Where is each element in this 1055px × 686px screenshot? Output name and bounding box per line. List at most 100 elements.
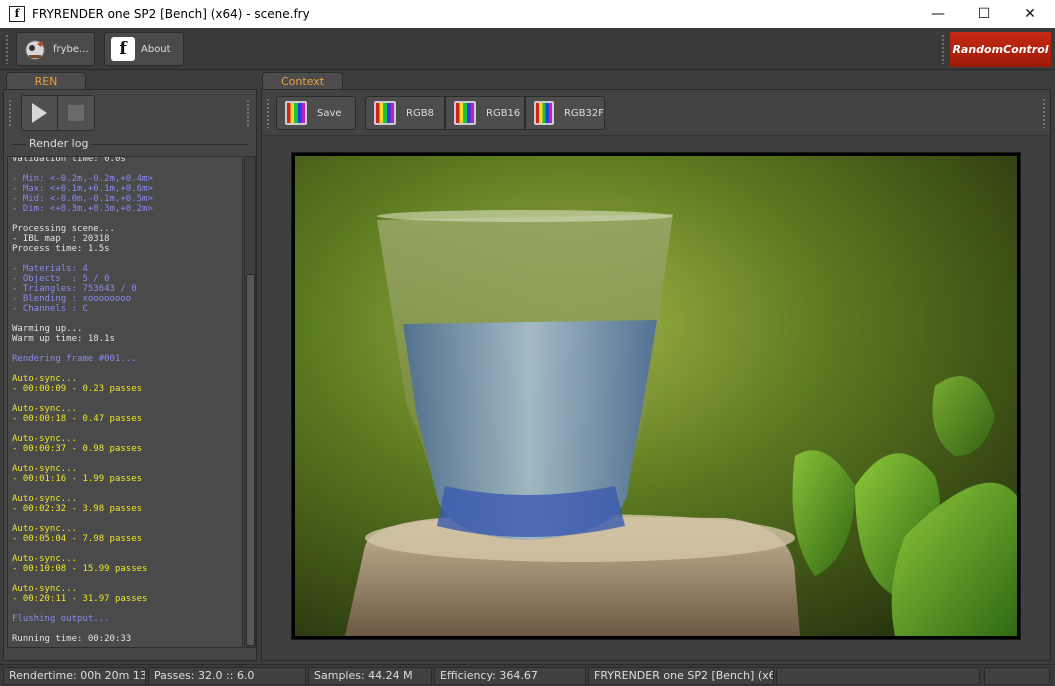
minimize-button[interactable]: — (915, 0, 961, 28)
context-grip-right[interactable] (1042, 98, 1046, 128)
log-line: Auto-sync... (12, 434, 78, 444)
app-icon: f (9, 6, 25, 22)
render-log[interactable]: Validation time: 0.0s - Min: <-0.2m,-0.2… (7, 156, 243, 648)
render-viewport[interactable] (291, 152, 1021, 640)
log-line: Auto-sync... (12, 524, 78, 534)
log-line: - 00:00:18 - 0.47 passes (12, 414, 143, 424)
log-line: Processing scene... (12, 224, 115, 234)
rgb8-button[interactable]: RGB8 (365, 96, 445, 130)
render-controls (21, 95, 95, 131)
log-line: Flushing output... (12, 614, 110, 624)
save-icon (285, 101, 307, 125)
about-button[interactable]: f About (104, 32, 184, 66)
log-line: Warm up time: 18.1s (12, 334, 115, 344)
status-rendertime: Rendertime: 00h 20m 13s (3, 667, 146, 685)
log-line: - 00:02:32 - 3.98 passes (12, 504, 143, 514)
render-log-caption: Render log (26, 137, 92, 150)
status-efficiency: Efficiency: 364.67 (434, 667, 586, 685)
frybench-label: frybe... (53, 43, 89, 55)
log-line: Auto-sync... (12, 494, 78, 504)
log-line: Auto-sync... (12, 404, 78, 414)
log-line: - Max: <+0.1m,+0.1m,+0.6m> (12, 184, 153, 194)
title-bar: f FRYRENDER one SP2 [Bench] (x64) - scen… (0, 0, 1055, 28)
tab-context[interactable]: Context (262, 72, 343, 90)
rgb16-icon (454, 101, 476, 125)
log-scroll-thumb[interactable] (246, 274, 255, 646)
about-icon: f (111, 37, 135, 61)
frybench-button[interactable]: frybe... (16, 32, 95, 66)
log-line: - IBL map : 20318 (12, 234, 110, 244)
log-line: - Min: <-0.2m,-0.2m,+0.4m> (12, 174, 153, 184)
context-panel: Save RGB8 RGB16 RGB32F (261, 89, 1051, 661)
status-passes: Passes: 32.0 :: 6.0 (148, 667, 306, 685)
panel-grip-right[interactable] (246, 99, 250, 127)
log-line: Auto-sync... (12, 464, 78, 474)
log-line: Running time: 00:20:33 (12, 634, 132, 644)
frybench-icon (23, 37, 47, 61)
log-line: - Dim: <+0.3m,+0.3m,+0.2m> (12, 204, 153, 214)
log-line: - Materials: 4 (12, 264, 88, 274)
rgb32f-label: RGB32F (563, 107, 604, 119)
tab-ren[interactable]: REN (6, 72, 86, 90)
log-line: Process time: 1.5s (12, 244, 110, 254)
panel-grip[interactable] (8, 99, 12, 127)
log-line: Auto-sync... (12, 554, 78, 564)
log-line: - 00:10:08 - 15.99 passes (12, 564, 148, 574)
stop-icon (68, 105, 84, 121)
context-grip[interactable] (266, 98, 270, 128)
log-line: - Channels : C (12, 304, 88, 314)
log-line: Auto-sync... (12, 584, 78, 594)
log-line: Warming up... (12, 324, 83, 334)
log-line: Rendering frame #001... (12, 354, 137, 364)
status-empty-2 (984, 667, 1050, 685)
rgb16-button[interactable]: RGB16 (445, 96, 525, 130)
log-scrollbar[interactable] (244, 156, 256, 648)
stop-button[interactable] (58, 96, 94, 130)
log-line: - Triangles: 753643 / 0 (12, 284, 137, 294)
log-line: - 00:00:09 - 0.23 passes (12, 384, 143, 394)
toolbar-grip[interactable] (5, 34, 9, 64)
render-panel: Render log Validation time: 0.0s - Min: … (3, 89, 257, 661)
save-label: Save (317, 107, 342, 119)
log-line: - 00:00:37 - 0.98 passes (12, 444, 143, 454)
toolbar-grip-right[interactable] (941, 34, 945, 64)
save-button[interactable]: Save (276, 96, 356, 130)
randomcontrol-logo[interactable]: RandomControl (950, 32, 1051, 67)
status-product: FRYRENDER one SP2 [Bench] (x64) (588, 667, 774, 685)
maximize-button[interactable]: ☐ (961, 0, 1007, 28)
close-button[interactable]: ✕ (1007, 0, 1053, 28)
render-log-content: Validation time: 0.0s - Min: <-0.2m,-0.2… (12, 156, 153, 644)
log-line: - 00:05:04 - 7.98 passes (12, 534, 143, 544)
rgb32f-icon (534, 101, 554, 125)
log-line: Validation time: 0.0s (12, 156, 126, 164)
rendered-image-svg (295, 156, 1017, 636)
status-empty-1 (776, 667, 980, 685)
status-samples: Samples: 44.24 M (308, 667, 432, 685)
log-line: Auto-sync... (12, 374, 78, 384)
rgb32f-button[interactable]: RGB32F (525, 96, 605, 130)
play-button[interactable] (22, 96, 58, 130)
window-title: FRYRENDER one SP2 [Bench] (x64) - scene.… (32, 7, 310, 21)
about-label: About (141, 43, 171, 55)
log-line: - 00:01:16 - 1.99 passes (12, 474, 143, 484)
rendered-image (295, 156, 1017, 636)
context-toolbar: Save RGB8 RGB16 RGB32F (262, 90, 1050, 136)
log-line: - Blending : xoooooooo (12, 294, 132, 304)
log-line: - Mid: <-0.0m,-0.1m,+0.5m> (12, 194, 153, 204)
status-bar: Rendertime: 00h 20m 13s Passes: 32.0 :: … (0, 664, 1055, 686)
rgb8-label: RGB8 (406, 107, 434, 119)
